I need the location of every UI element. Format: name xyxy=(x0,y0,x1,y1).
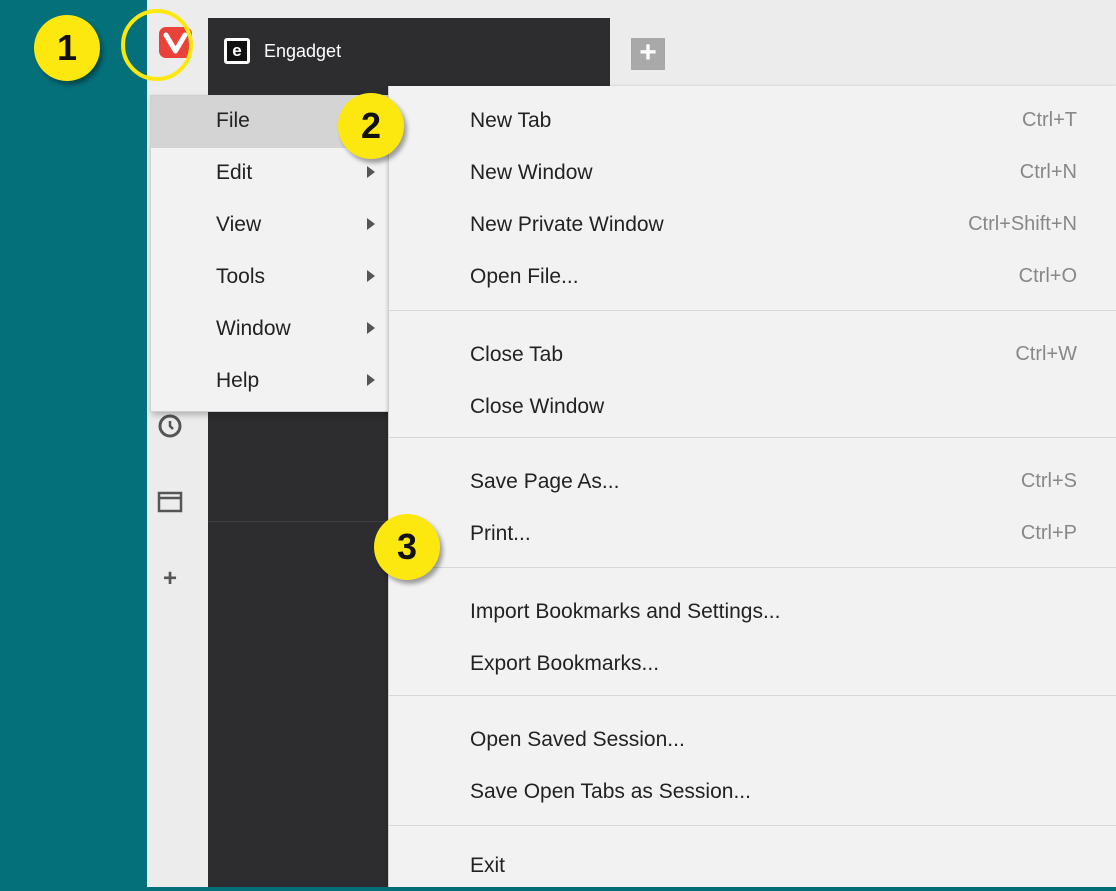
file-submenu: New Tab Ctrl+T New Window Ctrl+N New Priva… xyxy=(388,86,1116,887)
history-icon[interactable] xyxy=(147,413,193,439)
menu-item-print[interactable]: Print... Ctrl+P xyxy=(389,507,1116,559)
menu-item-close-window[interactable]: Close Window xyxy=(389,380,1116,432)
tab-engadget[interactable]: e Engadget xyxy=(208,18,610,86)
tab-strip: e Engadget + xyxy=(147,0,1116,87)
chevron-right-icon xyxy=(367,374,375,386)
menu-separator xyxy=(389,437,1116,438)
menu-separator xyxy=(389,695,1116,696)
menu-item-exit[interactable]: Exit xyxy=(389,839,1116,891)
engadget-favicon-icon: e xyxy=(224,38,250,64)
chevron-right-icon xyxy=(367,218,375,230)
callout-badge-1: 1 xyxy=(34,15,100,81)
highlight-ring xyxy=(121,9,193,81)
chevron-right-icon xyxy=(367,166,375,178)
menu-item-save-tabs-session[interactable]: Save Open Tabs as Session... xyxy=(389,765,1116,817)
divider xyxy=(208,521,408,522)
menu-item-open-saved-session[interactable]: Open Saved Session... xyxy=(389,713,1116,765)
chevron-right-icon xyxy=(367,270,375,282)
new-tab-button[interactable]: + xyxy=(631,38,665,70)
tab-title: Engadget xyxy=(264,41,342,61)
menu-item-new-window[interactable]: New Window Ctrl+N xyxy=(389,146,1116,198)
menu-item-import-bookmarks[interactable]: Import Bookmarks and Settings... xyxy=(389,585,1116,637)
menu-item-window[interactable]: Window xyxy=(151,304,390,356)
menu-item-save-page-as[interactable]: Save Page As... Ctrl+S xyxy=(389,455,1116,507)
menu-item-edit[interactable]: Edit xyxy=(151,148,390,200)
chevron-right-icon xyxy=(367,322,375,334)
menu-item-new-tab[interactable]: New Tab Ctrl+T xyxy=(389,94,1116,146)
callout-badge-2: 2 xyxy=(338,93,404,159)
menu-item-help[interactable]: Help xyxy=(151,356,390,408)
window-icon[interactable] xyxy=(147,490,193,514)
add-panel-icon[interactable]: + xyxy=(147,565,193,593)
menu-item-new-private-window[interactable]: New Private Window Ctrl+Shift+N xyxy=(389,198,1116,250)
callout-badge-3: 3 xyxy=(374,514,440,580)
menu-separator xyxy=(389,310,1116,311)
menu-item-view[interactable]: View xyxy=(151,200,390,252)
menu-item-export-bookmarks[interactable]: Export Bookmarks... xyxy=(389,637,1116,689)
menu-separator xyxy=(389,567,1116,568)
menu-item-tools[interactable]: Tools xyxy=(151,252,390,304)
menu-item-open-file[interactable]: Open File... Ctrl+O xyxy=(389,250,1116,302)
menu-separator xyxy=(389,825,1116,826)
menu-item-close-tab[interactable]: Close Tab Ctrl+W xyxy=(389,328,1116,380)
